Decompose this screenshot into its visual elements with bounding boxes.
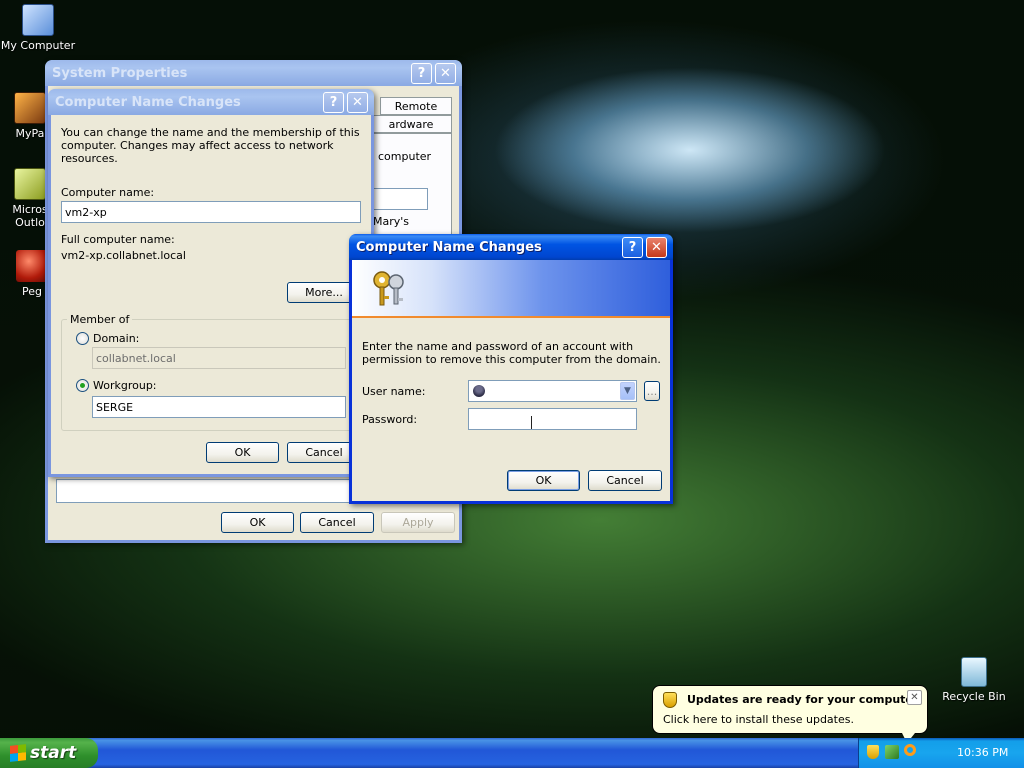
workgroup-input[interactable]: SERGE: [92, 396, 346, 418]
outlook-icon: [14, 168, 46, 200]
full-computer-name-label: Full computer name:: [61, 233, 175, 246]
desktop-icon-label: Recycle Bin: [942, 690, 1006, 703]
close-button[interactable]: ✕: [646, 237, 667, 258]
partial-description-field[interactable]: [373, 188, 428, 210]
system-ok-button[interactable]: OK: [221, 512, 294, 533]
help-button[interactable]: ?: [323, 92, 344, 113]
domain-input[interactable]: collabnet.local: [92, 347, 346, 369]
partial-bottom-field: [56, 479, 356, 503]
domain-radio[interactable]: [76, 332, 89, 345]
workgroup-radio[interactable]: [76, 379, 89, 392]
partial-marys-text: Mary's: [373, 215, 410, 228]
clock[interactable]: 10:36 PM: [957, 746, 1008, 759]
browse-users-button[interactable]: ...: [644, 381, 660, 401]
user-icon: [473, 385, 485, 397]
desktop-icon-label: MyPa: [15, 127, 45, 140]
tab-remote[interactable]: Remote: [380, 97, 452, 115]
desktop-icon-label: Peg: [22, 285, 42, 298]
credentials-message: Enter the name and password of an accoun…: [362, 340, 661, 366]
member-of-label: Member of: [67, 313, 133, 326]
credentials-titlebar[interactable]: Computer Name Changes ? ✕: [349, 234, 673, 260]
window-title: Computer Name Changes: [55, 94, 241, 110]
system-apply-button[interactable]: Apply: [381, 512, 455, 533]
name-changes-window: Computer Name Changes ? ✕ You can change…: [48, 89, 374, 477]
partial-computer-text: computer: [378, 150, 432, 163]
desktop-icon-recycle-bin[interactable]: Recycle Bin: [936, 657, 1012, 703]
password-label: Password:: [362, 413, 418, 426]
username-label: User name:: [362, 385, 426, 398]
update-balloon[interactable]: Updates are ready for your computer Clic…: [652, 685, 928, 734]
text-cursor-icon: [531, 416, 532, 429]
mypack-icon: [14, 92, 46, 124]
start-label: start: [30, 743, 77, 763]
credentials-ok-button[interactable]: OK: [507, 470, 580, 491]
name-changes-ok-button[interactable]: OK: [206, 442, 279, 463]
help-button[interactable]: ?: [622, 237, 643, 258]
close-icon[interactable]: ✕: [907, 690, 922, 705]
windows-logo-icon: [10, 744, 26, 762]
tab-hardware[interactable]: ardware: [370, 115, 452, 133]
close-button[interactable]: ✕: [347, 92, 368, 113]
keys-icon: [370, 268, 408, 308]
credentials-cancel-button[interactable]: Cancel: [588, 470, 662, 491]
computer-name-input[interactable]: vm2-xp: [61, 201, 361, 223]
credentials-window: Computer Name Changes ? ✕ Enter the name…: [349, 234, 673, 504]
security-shield-icon[interactable]: [867, 745, 879, 759]
start-button[interactable]: start: [0, 738, 98, 768]
recycle-bin-icon: [961, 657, 987, 687]
username-combobox[interactable]: [468, 380, 637, 402]
window-title: Computer Name Changes: [356, 239, 542, 255]
window-title: System Properties: [52, 65, 188, 81]
pegasus-icon: [16, 250, 48, 282]
credentials-banner: [352, 260, 670, 318]
network-icon[interactable]: [885, 745, 899, 759]
help-button[interactable]: ?: [411, 63, 432, 84]
domain-label: Domain:: [93, 332, 140, 345]
close-button[interactable]: ✕: [435, 63, 456, 84]
taskbar: start 10:36 PM: [0, 738, 1024, 768]
shield-icon: [663, 692, 677, 708]
balloon-text: Click here to install these updates.: [663, 713, 854, 726]
computer-name-label: Computer name:: [61, 186, 155, 199]
chevron-down-icon[interactable]: ▼: [620, 382, 635, 400]
balloon-title: Updates are ready for your computer: [687, 693, 919, 706]
password-input[interactable]: [468, 408, 637, 430]
my-computer-icon: [22, 4, 54, 36]
workgroup-label: Workgroup:: [93, 379, 157, 392]
system-cancel-button[interactable]: Cancel: [300, 512, 374, 533]
name-changes-description: You can change the name and the membersh…: [61, 126, 360, 165]
system-properties-titlebar[interactable]: System Properties ? ✕: [45, 60, 462, 86]
desktop-icon-label: My Computer: [0, 39, 76, 52]
name-changes-titlebar[interactable]: Computer Name Changes ? ✕: [48, 89, 374, 115]
full-computer-name-value: vm2-xp.collabnet.local: [61, 249, 186, 262]
system-tray: 10:36 PM: [858, 738, 1024, 768]
search-icon[interactable]: [904, 744, 916, 756]
desktop-icon-my-computer[interactable]: My Computer: [0, 4, 76, 52]
